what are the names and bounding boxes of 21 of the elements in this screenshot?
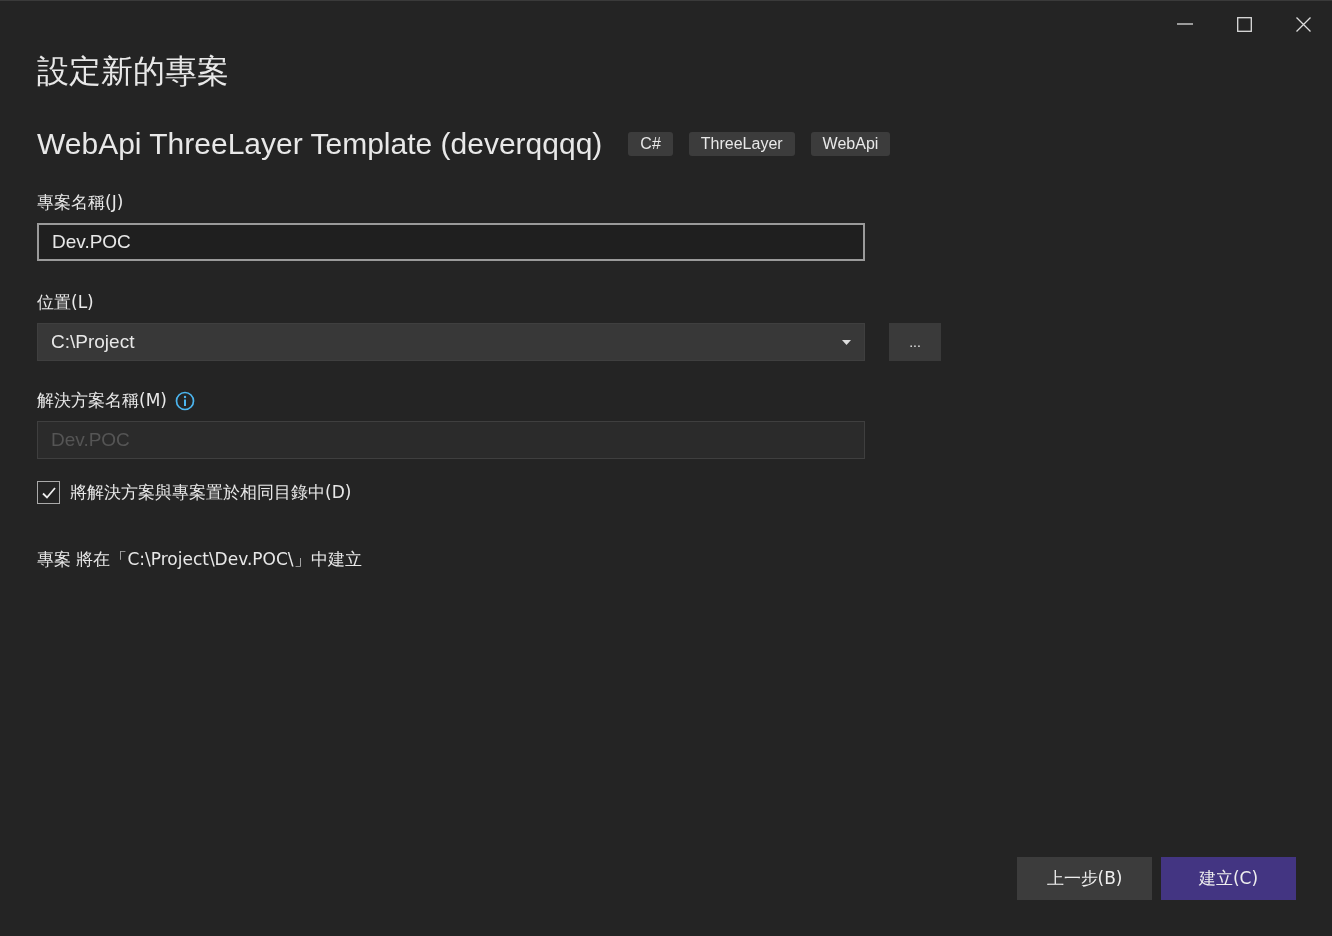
- field-label: 解決方案名稱(M): [37, 389, 167, 412]
- checkmark-icon: [41, 486, 56, 499]
- project-name-field[interactable]: Dev.POC: [37, 223, 865, 261]
- field-label: 專案名稱(J): [37, 191, 125, 214]
- template-name: WebApi ThreeLayer Template (deverqqqq): [37, 127, 603, 161]
- tag-badge: ThreeLayer: [688, 132, 795, 156]
- window-title: 設定新的專案: [37, 51, 230, 92]
- field-label: 位置(L): [37, 291, 95, 314]
- close-icon[interactable]: [1296, 16, 1311, 32]
- path-message: 專案 將在「C:\Project\Dev.POC\」中建立: [37, 548, 363, 571]
- tag-badge: C#: [628, 132, 673, 156]
- same-directory-checkbox[interactable]: 將解決方案與專案置於相同目錄中(D): [37, 481, 1296, 504]
- maximize-icon[interactable]: [1237, 16, 1252, 32]
- info-icon[interactable]: [174, 390, 195, 411]
- location-dropdown[interactable]: C:\Project: [37, 323, 865, 361]
- tag-badge: WebApi: [810, 132, 891, 156]
- caret-icon: [842, 339, 851, 345]
- create-button[interactable]: 建立(C): [1161, 857, 1296, 900]
- browse-button[interactable]: ...: [889, 323, 941, 361]
- back-button[interactable]: 上一步(B): [1017, 857, 1152, 900]
- checkbox[interactable]: [37, 481, 60, 504]
